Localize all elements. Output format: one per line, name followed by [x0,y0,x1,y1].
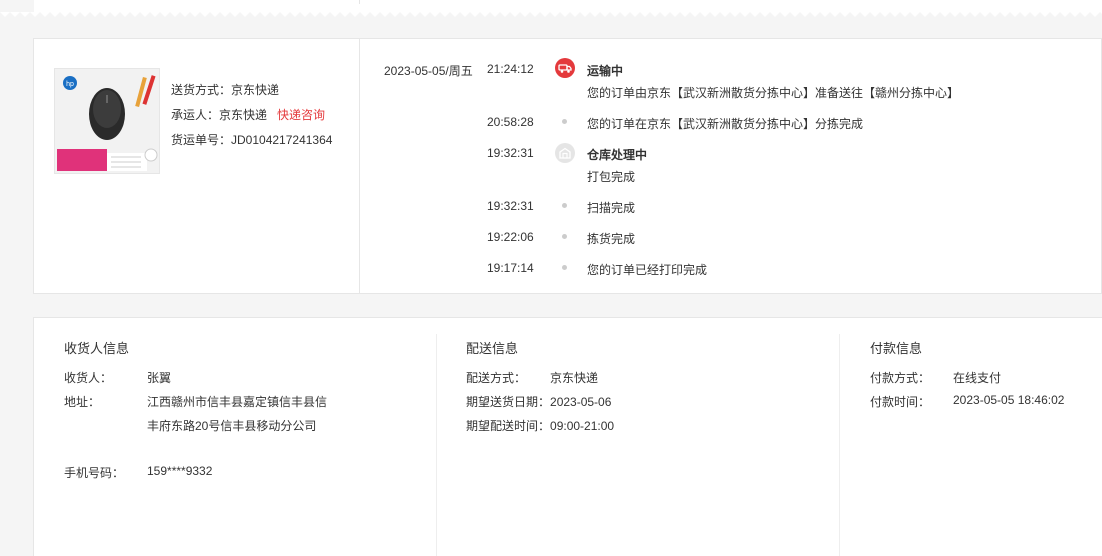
timeline-dot [562,234,567,239]
warehouse-icon [555,143,575,163]
payment-info-title: 付款信息 [870,341,923,356]
receiver-phone-value: 159****9332 [147,464,213,478]
timeline-dot [562,203,567,208]
carrier-label: 承运人： [171,108,220,122]
express-consult-link[interactable]: 快递咨询 [277,108,325,122]
timeline-dot [562,119,567,124]
payment-method-value: 在线支付 [953,371,1002,385]
previous-card [34,0,1102,12]
receiver-phone-label: 手机号码： [64,466,125,480]
receiver-name-label: 收货人： [64,371,113,385]
mouse-product-image: hp [55,69,159,173]
timeline-status: 仓库处理中 [587,148,648,162]
delivery-method-line: 送货方式：京东快递 [171,82,279,98]
timeline-text: 拣货完成 [587,232,636,246]
expected-time-line: 期望配送时间：09:00-21:00 [466,417,614,434]
card-separator-wave [0,12,1102,18]
timeline-status: 运输中 [587,64,624,78]
timeline-date: 2023-05-05/周五 [384,64,473,78]
receiver-name-value: 张翼 [147,371,172,385]
receiver-address-value: 江西赣州市信丰县嘉定镇信丰县信丰府东路20号信丰县移动分公司 [147,395,328,433]
payment-time-label: 付款时间： [870,395,931,409]
product-thumbnail[interactable]: hp [54,68,160,174]
timeline-text: 扫描完成 [587,201,636,215]
timeline-time: 19:17:14 [487,261,534,275]
timeline-text: 打包完成 [587,170,636,184]
delivery-method-value: 京东快递 [550,371,599,385]
shipment-card-divider [359,38,360,294]
timeline-text: 您的订单已经打印完成 [587,263,708,277]
timeline-time: 19:32:31 [487,199,534,213]
delivery-method-label: 送货方式： [171,83,232,97]
timeline-time: 19:22:06 [487,230,534,244]
tracking-number-line: 货运单号：JD0104217241364 [171,132,332,148]
payment-method-label: 付款方式： [870,371,931,385]
column-divider [839,334,840,556]
timeline-time: 19:32:31 [487,146,534,160]
receiver-address-label: 地址： [64,395,101,409]
timeline-text: 您的订单由京东【武汉新洲散货分拣中心】准备送往【赣州分拣中心】 [587,86,960,100]
column-divider [436,334,437,556]
carrier-line: 承运人：京东快递 快递咨询 [171,107,325,123]
expected-date-line: 期望送货日期：2023-05-06 [466,393,611,410]
tracking-number-label: 货运单号： [171,133,232,147]
timeline-time: 20:58:28 [487,115,534,129]
timeline-time: 21:24:12 [487,62,534,76]
previous-card-divider [359,0,360,4]
expected-date-value: 2023-05-06 [550,395,612,409]
delivery-method-label: 配送方式： [466,371,527,385]
delivery-info-title: 配送信息 [466,341,519,356]
expected-time-label: 期望配送时间： [466,419,551,433]
carrier-value: 京东快递 [219,108,268,122]
expected-time-value: 09:00-21:00 [550,419,615,433]
receiver-info-title: 收货人信息 [64,341,130,356]
svg-text:hp: hp [66,81,74,88]
delivery-method-value: 京东快递 [231,83,280,97]
timeline-text: 您的订单在京东【武汉新洲散货分拣中心】分拣完成 [587,117,864,131]
expected-date-label: 期望送货日期： [466,395,551,409]
timeline-dot [562,265,567,270]
tracking-number-value: JD0104217241364 [231,133,333,147]
payment-time-value: 2023-05-05 18:46:02 [953,393,1065,407]
truck-icon [555,58,575,78]
